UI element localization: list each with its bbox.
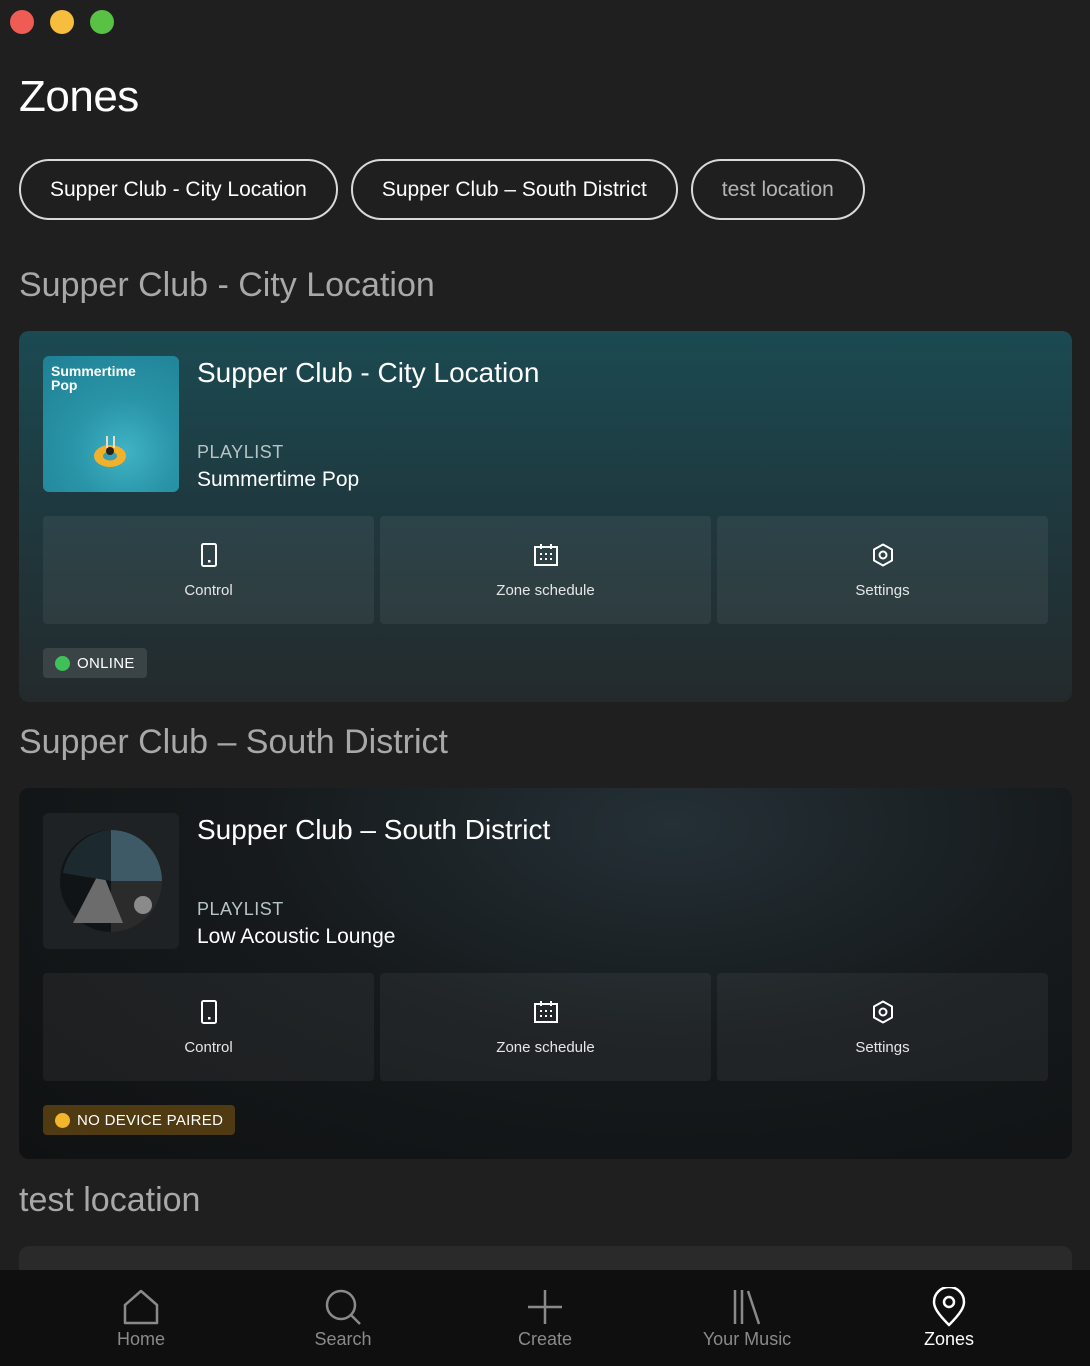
nav-search-label: Search: [314, 1328, 372, 1349]
zone-schedule-label: Zone schedule: [496, 1038, 595, 1056]
app-window: Zones Supper Club - City Location Supper…: [0, 0, 1090, 1366]
plus-icon: [528, 1289, 562, 1324]
status-dot-icon: [55, 655, 70, 671]
control-label: Control: [184, 1038, 233, 1056]
minimize-window-button[interactable]: [50, 10, 74, 34]
settings-label: Settings: [855, 1038, 910, 1056]
section-title-test-location: test location: [19, 1181, 201, 1219]
settings-button[interactable]: Settings: [717, 516, 1048, 624]
zone-schedule-button[interactable]: Zone schedule: [380, 516, 711, 624]
control-button[interactable]: Control: [43, 516, 374, 624]
home-icon: [123, 1289, 159, 1324]
calendar-icon: [533, 543, 558, 566]
chip-south-district[interactable]: Supper Club – South District: [350, 159, 678, 220]
status-text: NO DEVICE PAIRED: [77, 1111, 224, 1129]
section-title-south-district: Supper Club – South District: [19, 723, 448, 761]
control-button[interactable]: Control: [43, 973, 374, 1081]
settings-button[interactable]: Settings: [717, 973, 1048, 1081]
device-icon: [200, 542, 217, 567]
playlist-label: PLAYLIST: [197, 899, 284, 919]
status-badge: NO DEVICE PAIRED: [43, 1105, 236, 1135]
status-dot-icon: [55, 1112, 70, 1128]
page-title: Zones: [19, 72, 139, 121]
library-icon: [733, 1289, 761, 1324]
nav-home-label: Home: [116, 1328, 165, 1349]
nav-home[interactable]: Home: [81, 1287, 201, 1350]
zone-schedule-button[interactable]: Zone schedule: [380, 973, 711, 1081]
control-label: Control: [184, 581, 233, 599]
status-badge: ONLINE: [43, 648, 147, 678]
section-title-city-location: Supper Club - City Location: [19, 266, 435, 304]
zone-actions: Control Zone schedule Settings: [43, 516, 1048, 624]
gear-icon: [872, 1000, 893, 1023]
nav-create-label: Create: [517, 1328, 573, 1349]
swimmer-float-icon: [94, 436, 126, 467]
nav-search[interactable]: Search: [283, 1287, 403, 1350]
location-pin-icon: [932, 1286, 966, 1326]
nav-create[interactable]: Create: [485, 1287, 605, 1350]
chip-city-location[interactable]: Supper Club - City Location: [19, 159, 338, 220]
zone-card-south-district: Supper Club – South District PLAYLIST Lo…: [19, 788, 1072, 1159]
playlist-cover[interactable]: Summertime Pop: [43, 356, 179, 492]
nav-zones[interactable]: Zones: [889, 1286, 1009, 1350]
zone-schedule-label: Zone schedule: [496, 581, 595, 599]
close-window-button[interactable]: [10, 10, 34, 34]
playlist-name[interactable]: Low Acoustic Lounge: [197, 925, 395, 949]
location-filter-chips: Supper Club - City Location Supper Club …: [19, 159, 865, 220]
gear-icon: [872, 543, 893, 566]
nav-zones-label: Zones: [923, 1328, 975, 1349]
zone-name: Supper Club - City Location: [197, 357, 540, 388]
search-icon: [325, 1289, 361, 1325]
nav-your-music[interactable]: Your Music: [687, 1287, 807, 1350]
zone-card-city-location: Summertime Pop Supper Club - City Locati…: [19, 331, 1072, 702]
playlist-cover[interactable]: [43, 813, 179, 949]
playlist-label: PLAYLIST: [197, 442, 284, 462]
window-controls: [10, 10, 114, 34]
zone-actions: Control Zone schedule Settings: [43, 973, 1048, 1081]
collage-cover-icon: [60, 830, 162, 932]
bottom-navigation: Home Search Create Your Music Zones: [0, 1270, 1090, 1366]
playlist-name[interactable]: Summertime Pop: [197, 468, 359, 492]
chip-test-location[interactable]: test location: [690, 159, 865, 220]
maximize-window-button[interactable]: [90, 10, 114, 34]
nav-your-music-label: Your Music: [702, 1328, 792, 1349]
calendar-icon: [533, 1000, 558, 1023]
device-icon: [200, 999, 217, 1024]
zone-name: Supper Club – South District: [197, 814, 551, 845]
settings-label: Settings: [855, 581, 910, 599]
status-text: ONLINE: [77, 654, 135, 672]
